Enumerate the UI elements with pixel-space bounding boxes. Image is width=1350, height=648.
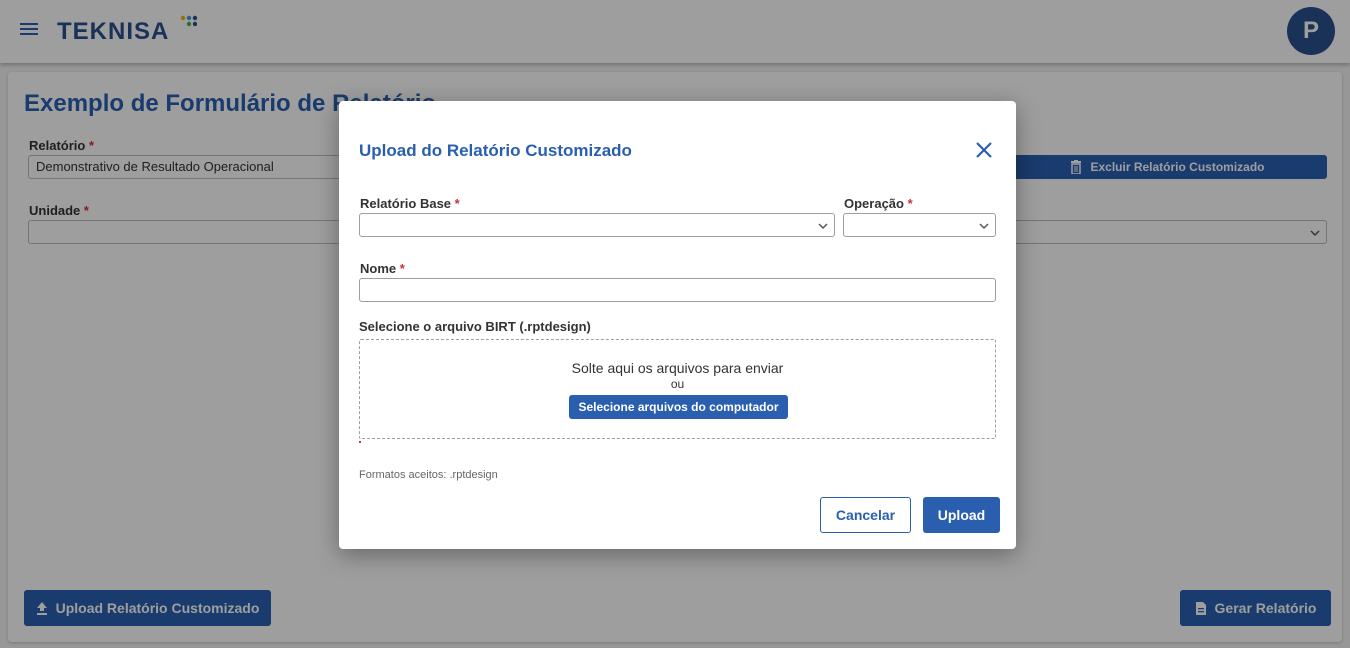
select-files-button[interactable]: Selecione arquivos do computador [569,395,788,419]
upload-button[interactable]: Upload [923,497,1000,533]
nome-input[interactable] [359,278,996,302]
accepted-formats: Formatos aceitos: .rptdesign [359,469,498,481]
nome-label-text: Nome [360,261,397,276]
required-mark: * [454,196,460,211]
dropzone-or: ou [670,377,685,391]
chevron-down-icon [818,223,828,230]
relatorio-base-label: Relatório Base * [360,196,460,211]
close-icon[interactable] [973,139,995,161]
nome-label: Nome * [360,261,405,276]
dropzone-text: Solte aqui os arquivos para enviar [571,360,784,376]
dialog-title: Upload do Relatório Customizado [359,141,632,160]
chevron-down-icon [979,223,989,230]
operacao-label-text: Operação [844,196,904,211]
cancel-button[interactable]: Cancelar [820,497,911,533]
file-dropzone[interactable]: Solte aqui os arquivos para enviar ou Se… [359,339,996,439]
upload-dialog: Upload do Relatório Customizado Relatóri… [339,101,1016,549]
error-marker [359,441,361,443]
operacao-select[interactable] [843,213,996,237]
required-mark: * [399,261,405,276]
operacao-label: Operação * [844,196,913,211]
relatorio-base-select[interactable] [359,213,835,237]
required-mark: * [907,196,913,211]
relatorio-base-label-text: Relatório Base [360,196,452,211]
file-label: Selecione o arquivo BIRT (.rptdesign) [359,319,591,334]
